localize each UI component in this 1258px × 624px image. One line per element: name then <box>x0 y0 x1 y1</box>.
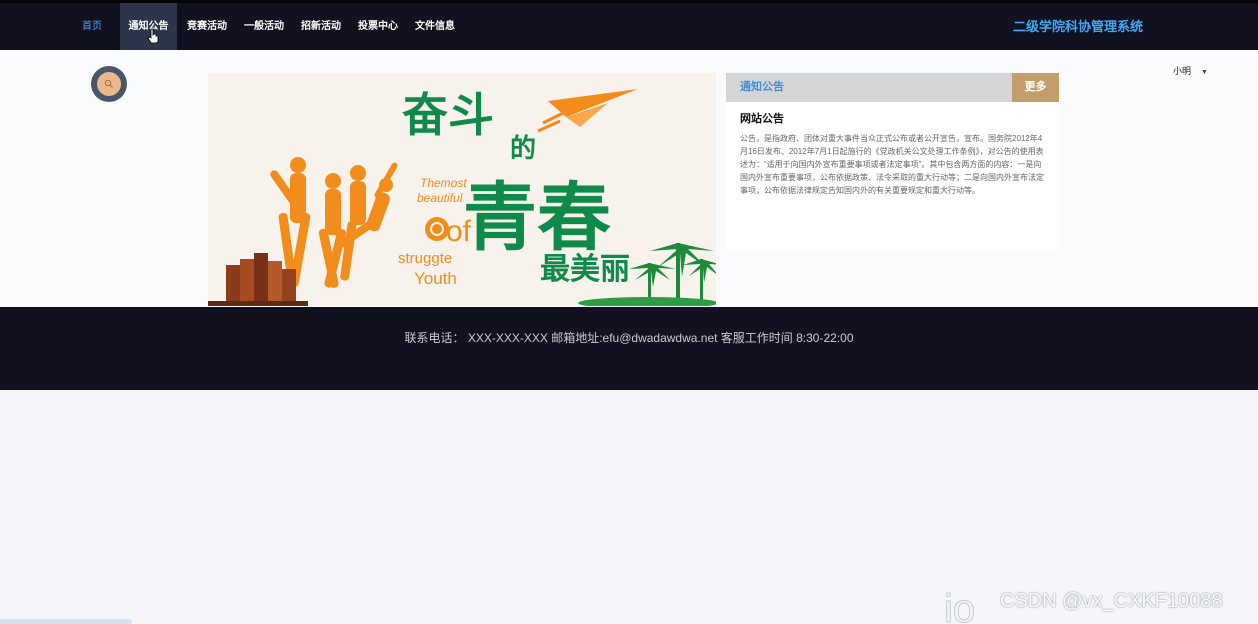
user-menu[interactable]: 小明 ▼ <box>1173 64 1208 77</box>
more-button[interactable]: 更多 <box>1012 73 1059 102</box>
banner-heading-3: 最美丽 <box>540 252 630 286</box>
notice-body: 公告，是指政府、团体对重大事件当众正式公布或者公开宣告，宣布。国务院2012年4… <box>740 134 1044 195</box>
top-nav: 首页 通知公告 竞赛活动 一般活动 招新活动 投票中心 文件信息 二级学院科协管… <box>0 0 1258 57</box>
svg-text:io: io <box>944 587 975 624</box>
footer-contact: 联系电话： XXX-XXX-XXX 邮箱地址:efu@dwadawdwa.net… <box>404 331 854 345</box>
search-icon-bg <box>97 72 121 96</box>
nav-item-files[interactable]: 文件信息 <box>415 3 455 57</box>
notice-subtitle[interactable]: 网站公告 <box>740 110 784 126</box>
banner-heading-2: 青春 <box>463 176 611 259</box>
caret-down-icon: ▼ <box>1201 69 1208 76</box>
banner-en-5: Youth <box>414 269 457 288</box>
notice-panel-title: 通知公告 <box>740 81 784 93</box>
nav-item-general-activity[interactable]: 一般活动 <box>244 3 284 57</box>
watermark: CSDN @vx_CXKF10088 <box>1000 590 1223 612</box>
banner-image: 奋斗 的 青春 最美丽 Themost beautiful of struggt… <box>208 73 716 306</box>
banner-illustration: 奋斗 的 青春 最美丽 Themost beautiful of struggt… <box>208 73 716 306</box>
user-name: 小明 <box>1173 66 1192 76</box>
search-button[interactable] <box>91 66 127 102</box>
notice-panel: 通知公告 更多 网站公告 公告，是指政府、团体对重大事件当众正式公布或者公开宣告… <box>726 73 1059 251</box>
banner-en-3: of <box>446 215 472 248</box>
hand-cursor-icon <box>147 28 159 44</box>
nav-item-recruitment[interactable]: 招新活动 <box>301 3 341 57</box>
nav-item-home[interactable]: 首页 <box>82 3 102 57</box>
watermark-logo-icon: io <box>944 587 976 624</box>
nav-item-voting[interactable]: 投票中心 <box>358 3 398 57</box>
banner-en-4: struggte <box>398 250 452 267</box>
nav-item-competition[interactable]: 竞赛活动 <box>187 3 227 57</box>
banner-en-2: beautiful <box>417 191 463 205</box>
status-bar <box>0 619 132 624</box>
site-title: 二级学院科协管理系统 <box>1012 19 1143 34</box>
notice-panel-header: 通知公告 更多 <box>726 73 1059 102</box>
search-icon <box>104 79 113 88</box>
banner-heading-1: 奋斗 <box>402 89 494 141</box>
footer: 联系电话： XXX-XXX-XXX 邮箱地址:efu@dwadawdwa.net… <box>0 307 1258 390</box>
banner-en-1: Themost <box>420 176 467 190</box>
banner-heading-de: 的 <box>510 133 536 163</box>
